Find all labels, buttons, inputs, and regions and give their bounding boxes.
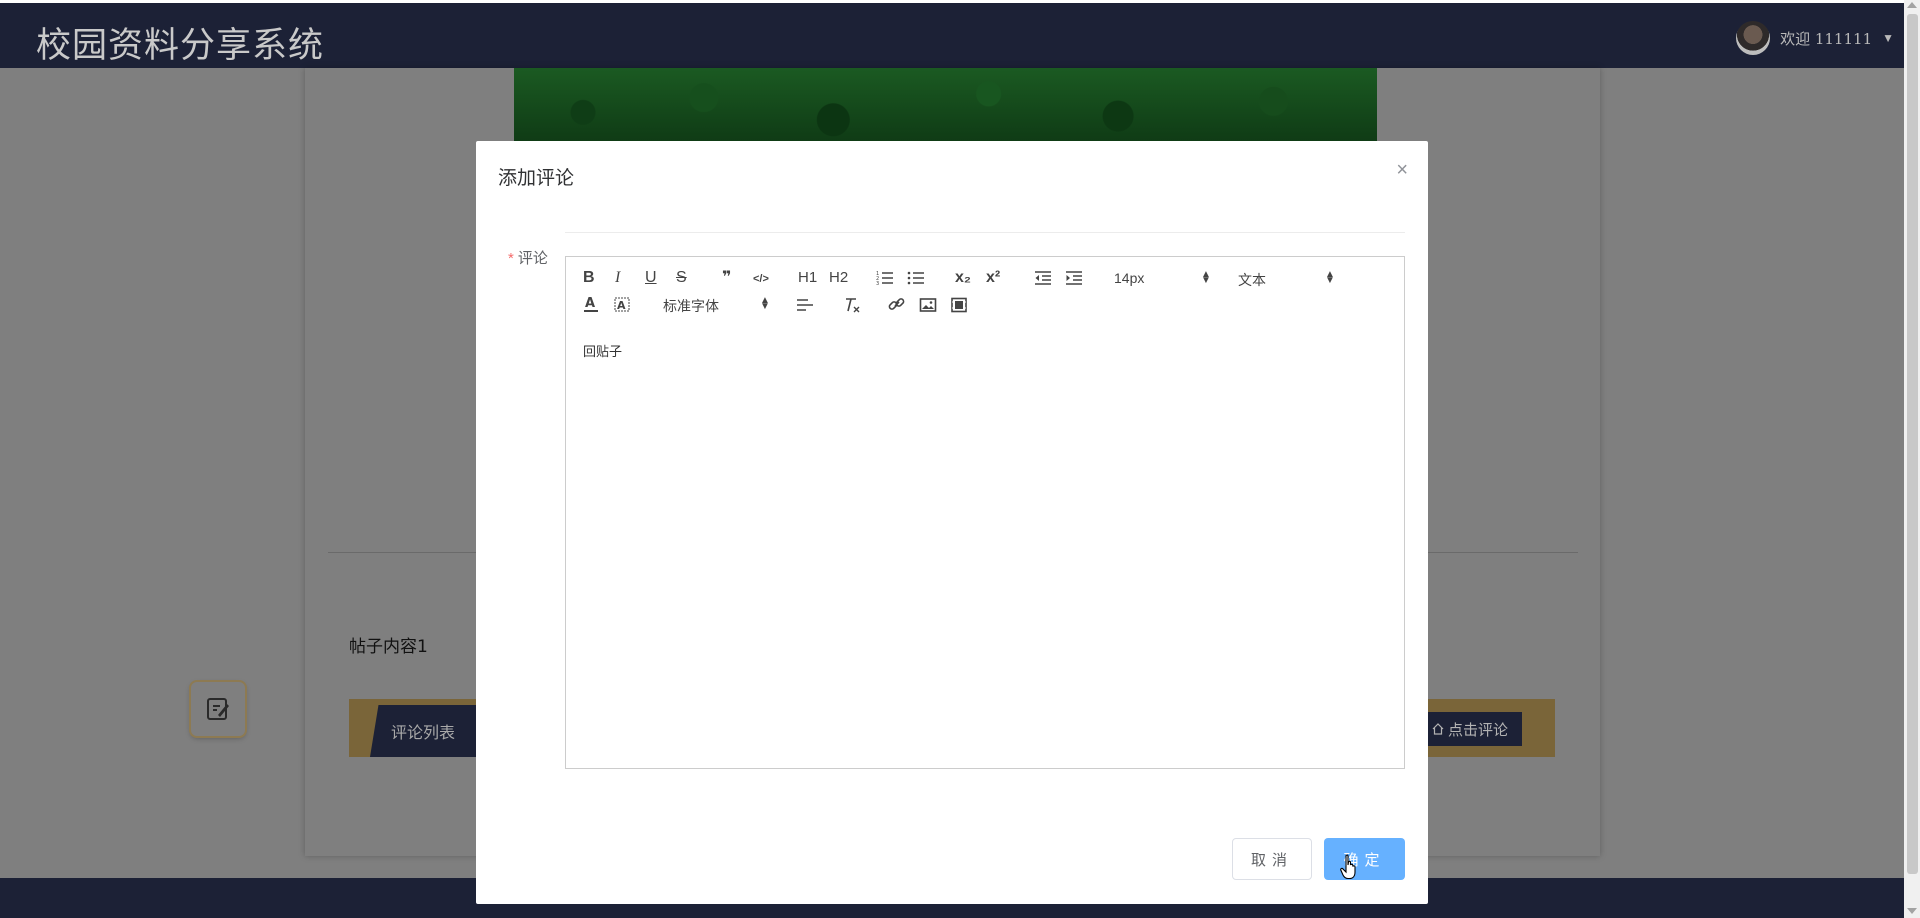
editor-toolbar: B I U S ❞ </> H1 H2 123 x₂ x² 14px ▲ ▼ 文… bbox=[565, 256, 1405, 328]
svg-text:3: 3 bbox=[876, 281, 879, 286]
post-content-text: 帖子内容1 bbox=[349, 637, 428, 657]
indent-icon[interactable] bbox=[1065, 270, 1083, 291]
edit-icon bbox=[207, 698, 229, 720]
rich-text-editor: B I U S ❞ </> H1 H2 123 x₂ x² 14px ▲ ▼ 文… bbox=[565, 232, 1405, 770]
underline-button[interactable]: U bbox=[645, 269, 657, 287]
subscript-button[interactable]: x₂ bbox=[955, 269, 971, 287]
chevron-down-icon[interactable]: ▼ bbox=[1882, 31, 1894, 45]
page-scrollbar[interactable] bbox=[1904, 0, 1920, 918]
required-mark: * bbox=[508, 250, 514, 267]
svg-text:A: A bbox=[585, 296, 595, 311]
scroll-thumb[interactable] bbox=[1907, 14, 1918, 874]
select-updown-icon: ▲ ▼ bbox=[1325, 269, 1335, 286]
font-color-icon[interactable]: A bbox=[583, 295, 599, 318]
clear-format-icon[interactable] bbox=[843, 296, 861, 319]
svg-text:A: A bbox=[617, 299, 626, 312]
font-size-value: 14px bbox=[1114, 270, 1145, 286]
add-comment-label: 点击评论 bbox=[1447, 721, 1508, 739]
top-nav-bar: 校园资料分享系统 欢迎 111111 ▼ bbox=[0, 0, 1904, 68]
add-comment-dialog: 添加评论 × * 评论 B I U S ❞ </> H1 H2 123 x₂ x² bbox=[476, 141, 1428, 904]
select-updown-icon: ▲ ▼ bbox=[760, 295, 770, 312]
add-comment-button[interactable]: 点击评论 bbox=[1418, 712, 1522, 746]
code-block-button[interactable]: </> bbox=[753, 270, 769, 288]
strike-button[interactable]: S bbox=[676, 269, 687, 287]
welcome-text[interactable]: 欢迎 111111 bbox=[1780, 28, 1872, 49]
bullet-list-icon[interactable] bbox=[907, 270, 925, 291]
font-family-value: 标准字体 bbox=[663, 298, 719, 314]
header-select[interactable]: 文本 ▲ ▼ bbox=[1238, 269, 1335, 289]
comment-label-text: 评论 bbox=[517, 250, 548, 267]
home-icon bbox=[1432, 723, 1444, 735]
editor-content-area[interactable]: 回贴子 bbox=[565, 326, 1405, 769]
editor-top-border bbox=[565, 232, 1405, 233]
comment-list-tab[interactable]: 评论列表 bbox=[370, 705, 476, 757]
bold-button[interactable]: B bbox=[583, 269, 595, 287]
user-avatar[interactable] bbox=[1736, 21, 1771, 55]
ordered-list-icon[interactable]: 123 bbox=[876, 270, 894, 291]
post-image bbox=[514, 68, 1377, 142]
link-icon[interactable] bbox=[888, 297, 906, 318]
editor-text[interactable]: 回贴子 bbox=[583, 341, 622, 360]
h1-button[interactable]: H1 bbox=[798, 269, 817, 287]
user-menu[interactable]: 欢迎 111111 ▼ bbox=[1736, 21, 1894, 55]
header-select-value: 文本 bbox=[1238, 272, 1266, 288]
image-icon[interactable] bbox=[919, 297, 937, 318]
select-updown-icon: ▲ ▼ bbox=[1201, 269, 1211, 286]
scroll-down-arrow-icon[interactable] bbox=[1907, 908, 1917, 914]
outdent-icon[interactable] bbox=[1034, 270, 1052, 291]
blockquote-button[interactable]: ❞ bbox=[722, 269, 731, 287]
close-icon[interactable]: × bbox=[1396, 159, 1408, 182]
floating-edit-button[interactable] bbox=[191, 682, 245, 736]
cancel-button[interactable]: 取消 bbox=[1232, 838, 1312, 880]
confirm-button[interactable]: 确定 bbox=[1324, 838, 1405, 880]
scroll-up-arrow-icon[interactable] bbox=[1907, 2, 1917, 8]
comment-field-label: * 评论 bbox=[508, 247, 548, 268]
font-family-select[interactable]: 标准字体 ▲ ▼ bbox=[663, 295, 773, 315]
dialog-title: 添加评论 bbox=[498, 168, 575, 189]
italic-button[interactable]: I bbox=[615, 269, 620, 287]
background-color-icon[interactable]: A bbox=[614, 295, 630, 318]
superscript-button[interactable]: x² bbox=[986, 269, 1000, 287]
video-icon[interactable] bbox=[950, 297, 968, 318]
font-size-select[interactable]: 14px ▲ ▼ bbox=[1114, 269, 1211, 288]
site-title: 校园资料分享系统 bbox=[36, 26, 325, 66]
hand-cursor-icon bbox=[1340, 854, 1356, 880]
align-left-icon[interactable] bbox=[796, 297, 814, 318]
h2-button[interactable]: H2 bbox=[829, 269, 848, 287]
